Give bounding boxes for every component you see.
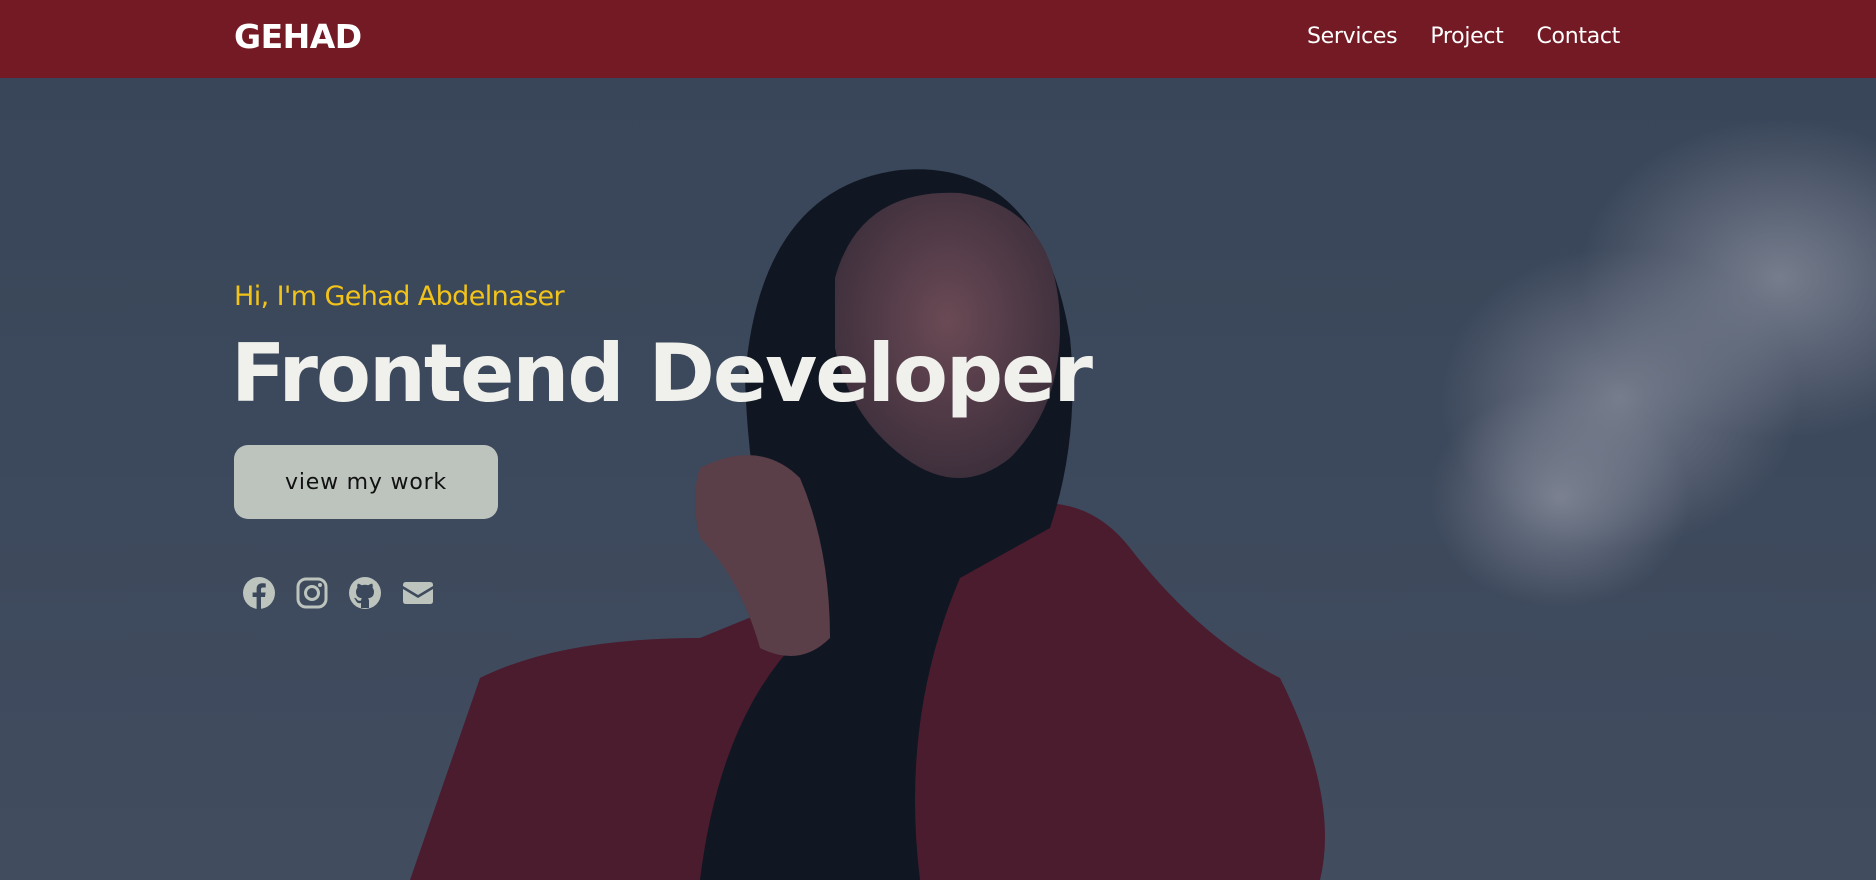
facebook-icon[interactable] (242, 576, 276, 610)
social-links (242, 576, 435, 610)
view-my-work-button[interactable]: view my work (234, 445, 498, 519)
top-navbar: GEHAD Services Project Contact (0, 0, 1876, 78)
nav-link-contact[interactable]: Contact (1537, 24, 1621, 49)
github-icon[interactable] (348, 576, 382, 610)
nav-link-project[interactable]: Project (1430, 24, 1503, 49)
nav-links: Services Project Contact (1307, 24, 1620, 49)
hero-section: Hi, I'm Gehad Abdelnaser Frontend Develo… (0, 78, 1876, 880)
greeting-text: Hi, I'm Gehad Abdelnaser (234, 281, 565, 312)
envelope-icon[interactable] (401, 576, 435, 610)
nav-link-services[interactable]: Services (1307, 24, 1398, 49)
brand-logo[interactable]: GEHAD (234, 17, 362, 56)
hero-headline: Frontend Developer (231, 327, 1093, 420)
instagram-icon[interactable] (295, 576, 329, 610)
cloud-shape (1430, 388, 1690, 608)
